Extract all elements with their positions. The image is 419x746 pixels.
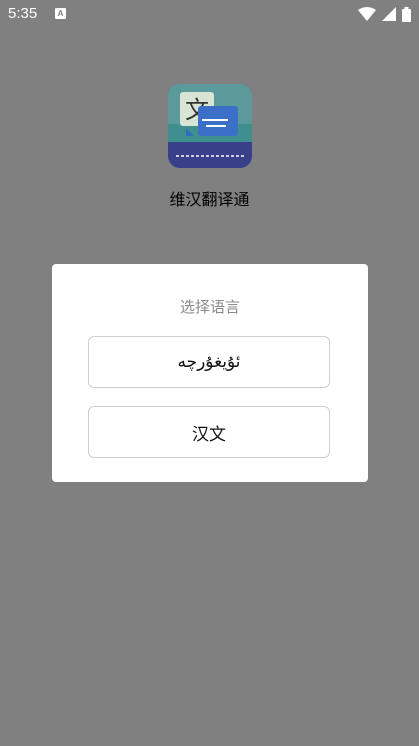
app-name: 维汉翻译通 xyxy=(169,190,250,209)
status-time: 5:35 xyxy=(8,5,38,22)
wifi-icon xyxy=(358,7,376,21)
battery-icon xyxy=(402,6,411,22)
a-notification-icon: A xyxy=(55,8,66,19)
uyghur-language-button[interactable]: ئۇيغۇرچە xyxy=(88,336,330,388)
uyghur-language-label: ئۇيغۇرچە xyxy=(177,352,241,372)
status-bar: 5:35 A xyxy=(0,0,419,28)
dialog-title: 选择语言 xyxy=(179,298,240,316)
chinese-language-button[interactable]: 汉文 xyxy=(88,406,330,458)
status-icons xyxy=(358,6,411,22)
signal-icon xyxy=(382,7,396,21)
chinese-language-label: 汉文 xyxy=(192,424,226,445)
translator-app-icon: 文 xyxy=(168,84,252,168)
language-select-dialog: 选择语言 ئۇيغۇرچە 汉文 xyxy=(52,264,368,482)
